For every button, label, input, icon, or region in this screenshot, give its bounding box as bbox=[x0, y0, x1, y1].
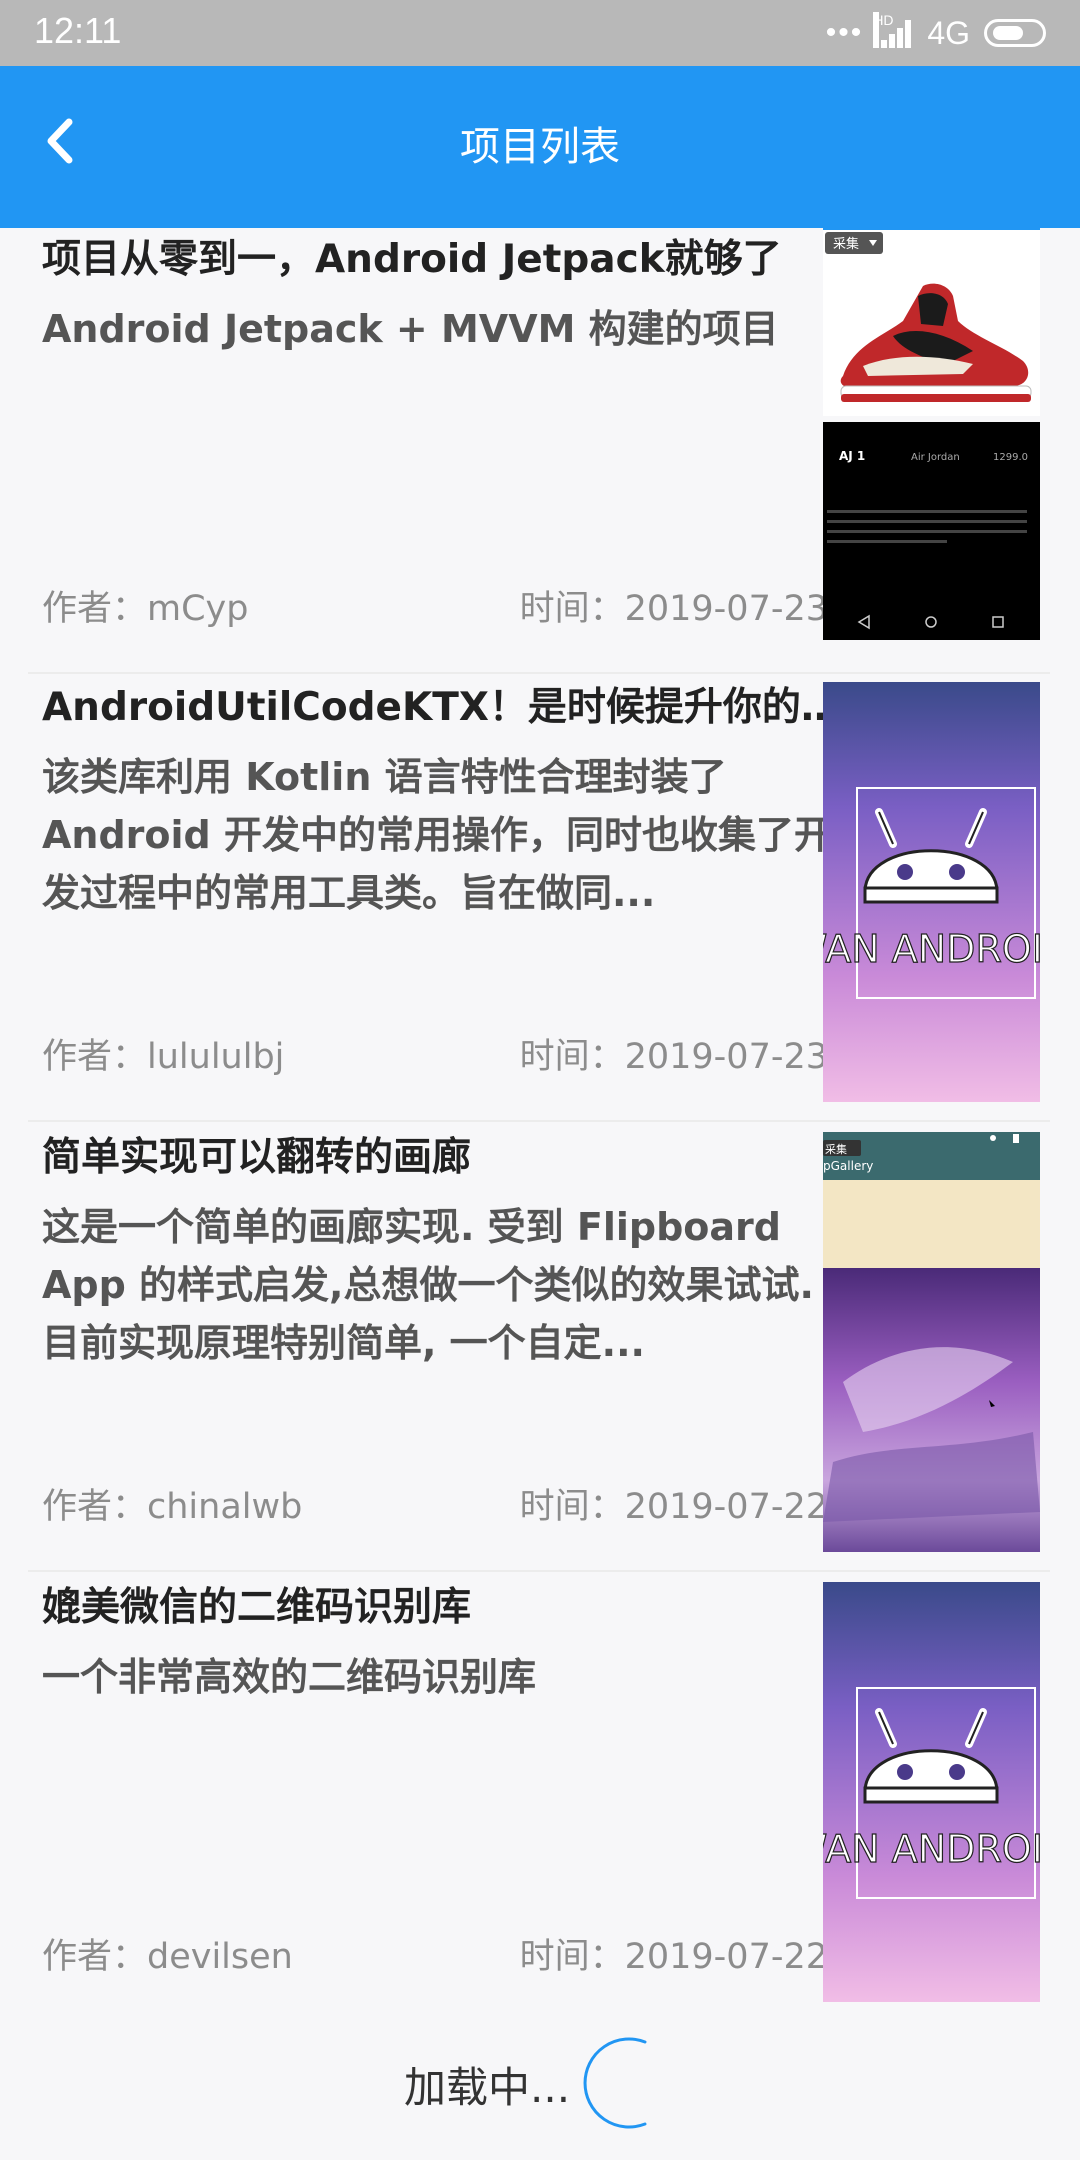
loading-spinner-icon bbox=[583, 2037, 647, 2129]
item-author: 作者：lulululbj bbox=[42, 1037, 285, 1077]
wan-android-image: WAN ANDROID bbox=[823, 1582, 1040, 2002]
thumb-label: WAN ANDROID bbox=[823, 927, 1040, 971]
status-icons: ••• HD 4G bbox=[826, 10, 1046, 56]
item-author: 作者：chinalwb bbox=[42, 1487, 303, 1527]
list-item[interactable]: 媲美微信的二维码识别库 一个非常高效的二维码识别库 作者：devilsen 时间… bbox=[28, 1574, 1050, 2022]
item-thumbnail[interactable]: WAN ANDROID bbox=[823, 1582, 1040, 2002]
sneaker-screenshot-image: 采集 AJ 1 Air Jordan 1299.0 bbox=[823, 226, 1040, 640]
page-title: 项目列表 bbox=[460, 124, 620, 170]
status-bar: 12:11 ••• HD 4G bbox=[0, 0, 1080, 66]
item-desc: Android Jetpack + MVVM 构建的项目 bbox=[42, 307, 779, 351]
item-thumbnail[interactable]: 采集 AJ 1 Air Jordan 1299.0 bbox=[823, 226, 1040, 640]
thumb-app: pGallery bbox=[823, 1159, 873, 1173]
loading-footer: 加载中... bbox=[0, 2024, 1080, 2134]
loading-text: 加载中... bbox=[404, 2063, 571, 2112]
list-item[interactable]: AndroidUtilCodeKTX！是时候提升你的开发效率了！（持续更新中..… bbox=[28, 674, 1050, 1122]
item-desc: 一个非常高效的二维码识别库 bbox=[42, 1655, 537, 1699]
item-thumbnail[interactable]: 采集 pGallery bbox=[823, 1132, 1040, 1552]
gallery-screenshot-image: 采集 pGallery bbox=[823, 1132, 1040, 1552]
item-time: 时间：2019-07-22 bbox=[519, 1937, 828, 1977]
thumb-brand: Air Jordan bbox=[911, 452, 960, 463]
wan-android-image: WAN ANDROID bbox=[823, 682, 1040, 1102]
status-time: 12:11 bbox=[34, 10, 122, 51]
item-author: 作者：mCyp bbox=[42, 589, 249, 629]
item-author: 作者：devilsen bbox=[42, 1937, 293, 1977]
thumb-label: WAN ANDROID bbox=[823, 1827, 1040, 1871]
item-time: 时间：2019-07-23 bbox=[519, 1037, 828, 1077]
network-type: 4G bbox=[927, 14, 970, 51]
item-title: AndroidUtilCodeKTX！是时候提升你的开发效率了！（持续更新中..… bbox=[42, 685, 842, 730]
item-time: 时间：2019-07-23 bbox=[519, 589, 828, 629]
item-title: 简单实现可以翻转的画廊 bbox=[42, 1135, 472, 1180]
more-dots-icon: ••• bbox=[825, 16, 864, 49]
signal-icon: HD bbox=[873, 12, 913, 48]
item-time: 时间：2019-07-22 bbox=[519, 1487, 828, 1527]
item-title: 媲美微信的二维码识别库 bbox=[42, 1585, 472, 1630]
app-bar: 项目列表 bbox=[0, 66, 1080, 228]
item-title: 项目从零到一，Android Jetpack就够了 bbox=[42, 237, 782, 282]
thumb-price: 1299.0 bbox=[993, 452, 1028, 463]
item-desc: 该类库利用 Kotlin 语言特性合理封装了 Android 开发中的常用操作，… bbox=[42, 755, 832, 915]
thumb-top-label: 采集 bbox=[833, 236, 859, 252]
battery-icon bbox=[984, 19, 1046, 47]
list-item[interactable]: 项目从零到一，Android Jetpack就够了 Android Jetpac… bbox=[28, 226, 1050, 674]
list-item[interactable]: 简单实现可以翻转的画廊 这是一个简单的画廊实现. 受到 Flipboard Ap… bbox=[28, 1124, 1050, 1572]
thumb-product: AJ 1 bbox=[839, 449, 865, 463]
thumb-top-label: 采集 bbox=[825, 1142, 847, 1156]
item-thumbnail[interactable]: WAN ANDROID bbox=[823, 682, 1040, 1102]
item-desc: 这是一个简单的画廊实现. 受到 Flipboard App 的样式启发,总想做一… bbox=[42, 1205, 814, 1365]
